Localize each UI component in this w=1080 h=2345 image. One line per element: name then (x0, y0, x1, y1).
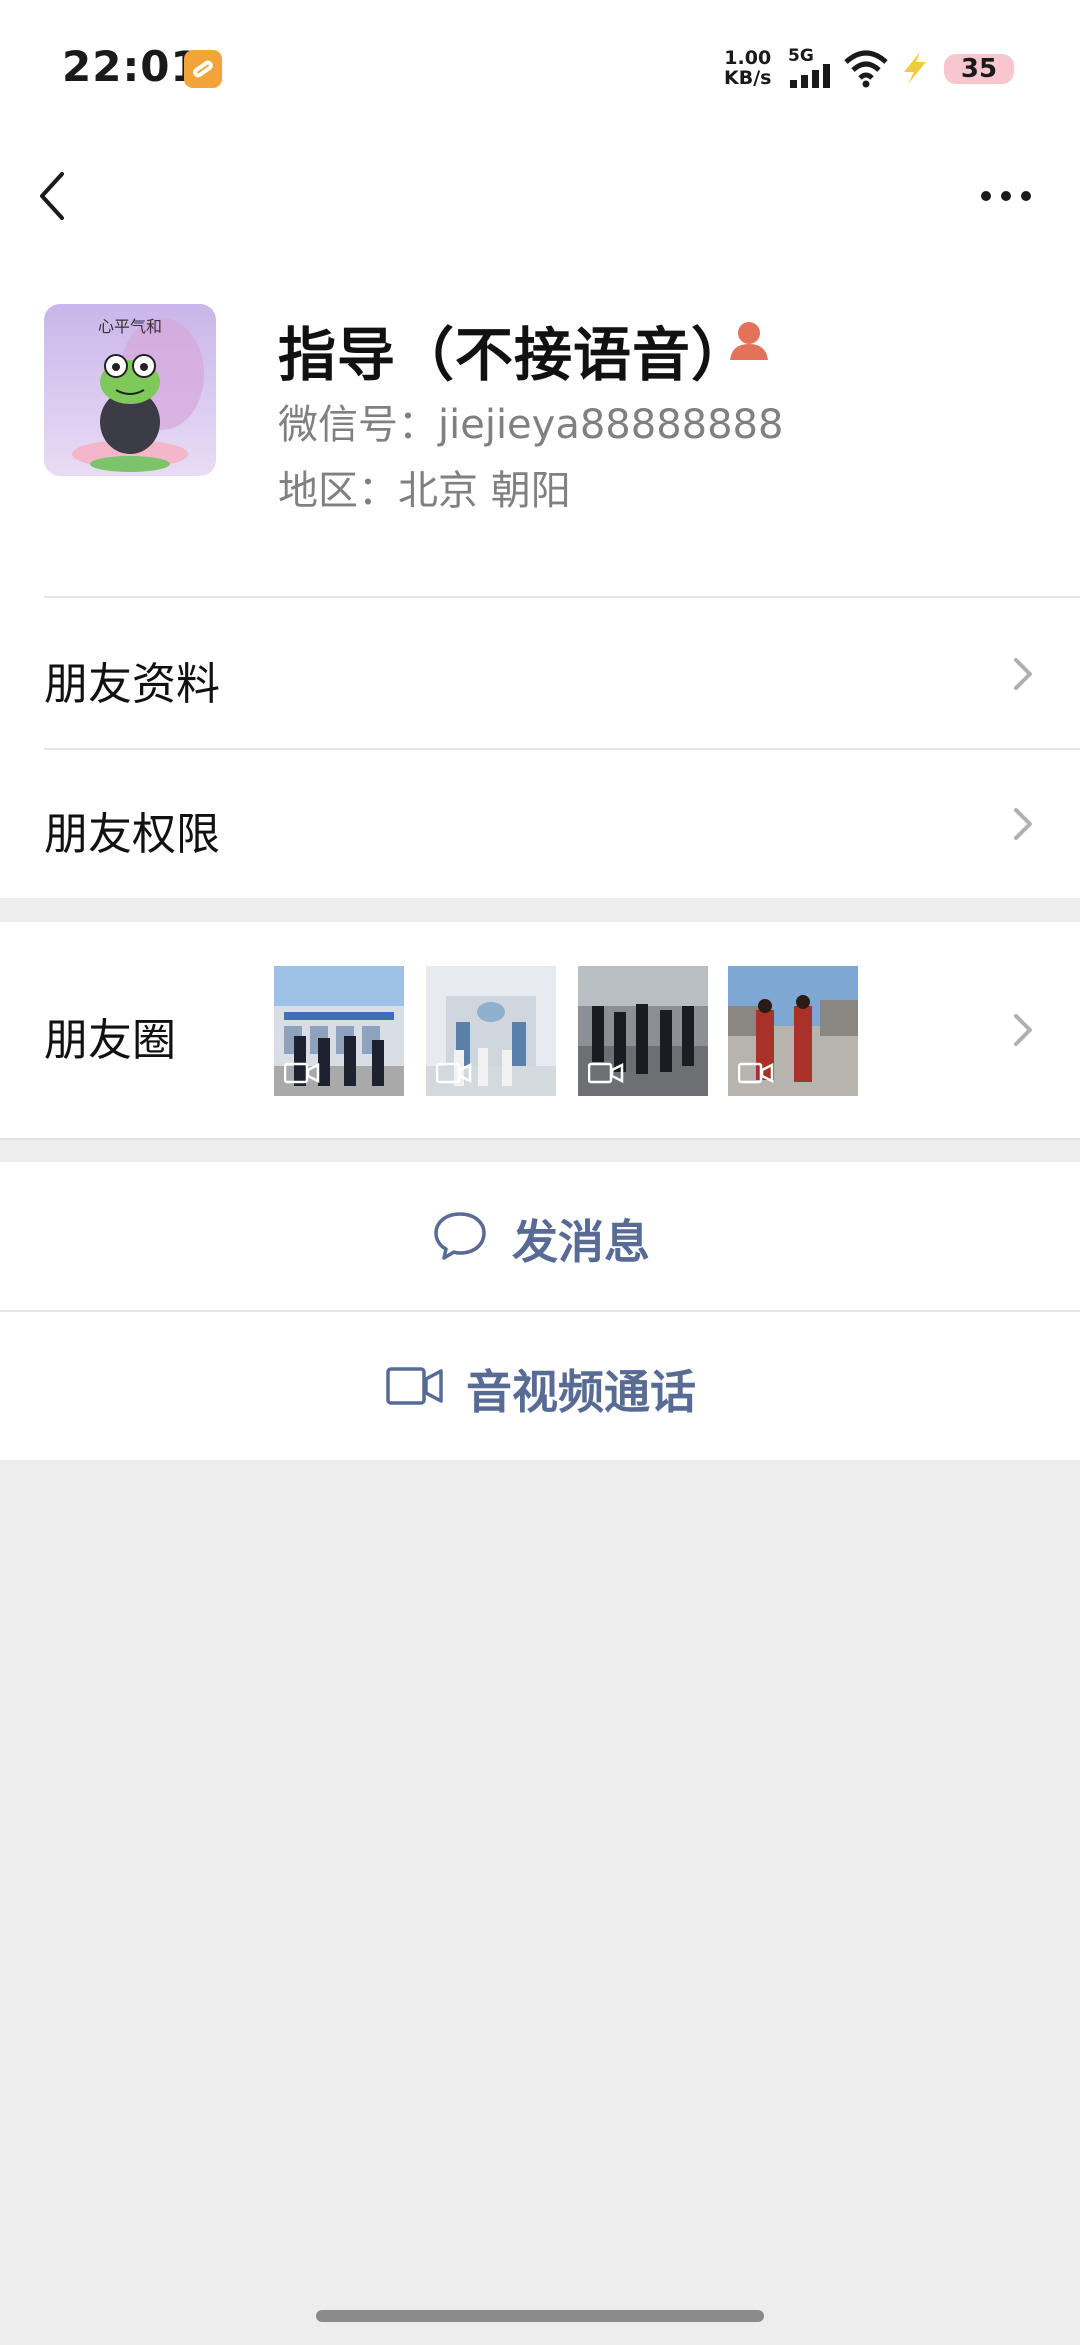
avatar[interactable]: 心平气和 (44, 304, 216, 476)
video-camera-icon (284, 1062, 320, 1084)
send-message-button[interactable]: 发消息 (0, 1162, 1080, 1310)
more-dots-icon[interactable] (976, 174, 1036, 214)
network-type: 5G (788, 46, 814, 66)
video-camera-icon (738, 1062, 774, 1084)
profile-name: 指导（不接语音） (278, 321, 751, 389)
chat-bubble-icon (434, 1212, 486, 1260)
send-message-label: 发消息 (512, 1215, 650, 1269)
menu-friend-permissions[interactable]: 朋友权限 (0, 750, 1080, 898)
network-speed-value: 1.00 (724, 47, 772, 69)
section-gap (0, 1138, 1080, 1162)
battery-indicator: 35 (944, 54, 1014, 84)
menu-friend-info-label: 朋友资料 (44, 659, 220, 710)
chevron-right-icon (1014, 1014, 1032, 1046)
chevron-left-icon[interactable] (30, 156, 80, 236)
wechat-id: 微信号：jiejieya88888888 (278, 402, 784, 448)
chevron-right-icon (1014, 658, 1032, 690)
menu-friend-permissions-label: 朋友权限 (44, 809, 220, 860)
menu-friend-info[interactable]: 朋友资料 (0, 598, 1080, 748)
video-camera-icon (436, 1062, 472, 1084)
av-call-label: 音视频通话 (466, 1365, 696, 1419)
menu-moments-label: 朋友圈 (44, 1015, 176, 1066)
status-time: 22:01 (62, 42, 201, 91)
status-bar: 22:01 1.00 KB/s 5G 35 (0, 0, 1080, 140)
moment-thumbnail[interactable] (274, 966, 404, 1096)
female-icon (730, 322, 768, 360)
av-call-button[interactable]: 音视频通话 (0, 1312, 1080, 1460)
network-speed: 1.00 KB/s (724, 48, 771, 88)
wifi-icon (844, 50, 888, 88)
video-camera-icon (588, 1062, 624, 1084)
moment-thumbnail[interactable] (426, 966, 556, 1096)
network-speed-unit: KB/s (724, 67, 772, 89)
region: 地区：北京 朝阳 (278, 468, 571, 514)
home-indicator[interactable] (316, 2310, 764, 2322)
moment-thumbnail[interactable] (728, 966, 858, 1096)
charging-bolt-icon (904, 52, 926, 84)
video-call-icon (386, 1367, 443, 1405)
moment-thumbnail[interactable] (578, 966, 708, 1096)
app-notification-icon (184, 50, 222, 88)
avatar-caption: 心平气和 (98, 317, 162, 336)
signal-icon (790, 64, 830, 88)
chevron-right-icon (1014, 808, 1032, 840)
section-gap (0, 898, 1080, 922)
